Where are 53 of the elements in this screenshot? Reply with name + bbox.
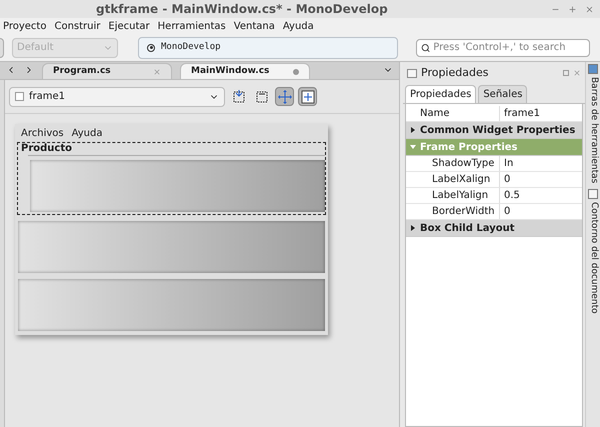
menu-item[interactable]: Herramientas (158, 18, 226, 34)
tool-icon (230, 88, 246, 104)
form-menu-item[interactable]: Ayuda (72, 126, 102, 140)
tool-button[interactable] (298, 87, 317, 106)
panel-tab[interactable]: Propiedades (405, 85, 476, 103)
property-value[interactable]: In (500, 156, 514, 171)
property-value[interactable]: frame1 (500, 106, 540, 121)
search-field[interactable]: Press 'Control+,' to search (416, 38, 590, 56)
menu-item[interactable]: Construir (54, 18, 100, 34)
frame-label: Producto (20, 143, 73, 155)
property-section[interactable]: Common Widget Properties (406, 122, 582, 139)
side-tab[interactable]: Barras de herramientas (586, 64, 600, 184)
search-icon (421, 42, 430, 52)
maximize-icon[interactable] (568, 4, 577, 14)
section-title: Common Widget Properties (420, 124, 576, 138)
menu-item[interactable]: Ventana (234, 18, 275, 34)
tool-icon (276, 88, 292, 104)
toolbox-icon (588, 64, 598, 74)
radio-dot-icon (147, 44, 155, 52)
menu-item[interactable]: Proyecto (3, 18, 46, 34)
property-name: LabelYalign (406, 188, 500, 203)
widget-selector[interactable]: frame1 (9, 86, 225, 106)
window-title: gtkframe - MainWindow.cs* - MonoDevelop (96, 1, 388, 18)
property-name: LabelXalign (406, 172, 500, 187)
property-name: ShadowType (406, 156, 500, 171)
menu-item[interactable]: Ayuda (282, 18, 314, 34)
property-name: BorderWidth (406, 204, 500, 219)
menu-item[interactable]: Ejecutar (108, 18, 150, 34)
tool-icon (300, 88, 316, 104)
selected-frame[interactable]: Producto (17, 142, 326, 215)
property-name: Name (406, 106, 500, 121)
document-tab[interactable]: Program.cs (42, 63, 172, 79)
form-menu-item[interactable]: Archivos (21, 126, 64, 140)
expanded-triangle-icon (410, 144, 416, 150)
document-outline-icon (588, 189, 598, 200)
panel-title: Propiedades (421, 64, 488, 81)
tool-icon (254, 88, 270, 104)
property-value[interactable]: 0 (500, 172, 510, 187)
section-title: Frame Properties (420, 140, 518, 154)
property-value[interactable]: 0 (500, 204, 510, 219)
panel-tab[interactable]: Señales (478, 85, 528, 103)
property-value[interactable]: 0.5 (500, 188, 520, 203)
property-section[interactable]: Box Child Layout (406, 220, 582, 237)
document-tab[interactable]: MainWindow.cs (180, 63, 310, 79)
collapsed-triangle-icon (410, 127, 416, 133)
widget-icon (15, 92, 24, 101)
collapsed-triangle-icon (410, 225, 416, 231)
properties-icon (407, 68, 417, 78)
status-text: MonoDevelop (161, 40, 221, 54)
tool-button[interactable] (275, 87, 294, 106)
close-icon[interactable] (585, 4, 594, 14)
side-tab[interactable]: Contorno del documento (586, 189, 600, 314)
section-title: Box Child Layout (420, 222, 514, 236)
